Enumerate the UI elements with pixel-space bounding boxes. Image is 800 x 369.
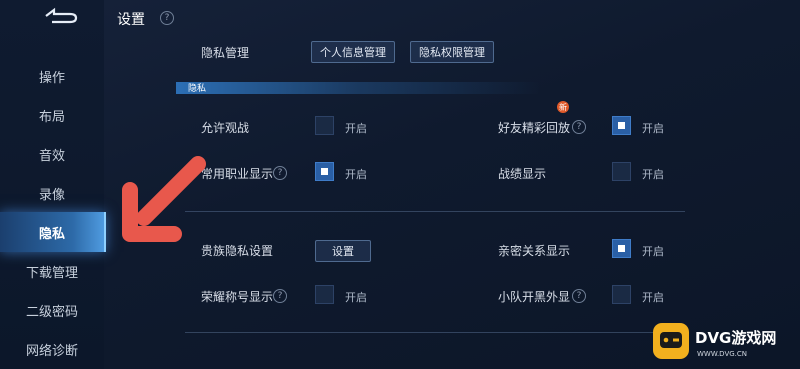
common-job-label: 常用职业显示 [201,167,274,181]
section-label: 隐私 [188,84,207,94]
honor-title-state: 开启 [345,291,367,304]
allow-spectate-state: 开启 [345,122,367,135]
intimate-relation-label: 亲密关系显示 [498,244,571,258]
noble-privacy-label: 贵族隐私设置 [201,244,274,258]
sidebar-item-network[interactable]: 网络诊断 [0,329,104,369]
question-mark-icon[interactable]: ? [160,11,174,25]
sidebar-item-layout[interactable]: 布局 [0,95,104,135]
privacy-permission-management-button[interactable]: 隐私权限管理 [410,41,494,63]
friend-highlight-label: 好友精彩回放 [498,121,571,135]
sidebar-item-replay[interactable]: 录像 [0,173,104,213]
allow-spectate-checkbox[interactable] [315,116,334,135]
svg-text:WWW.DVG.CN: WWW.DVG.CN [697,350,747,358]
question-mark-icon[interactable]: ? [273,166,287,180]
record-display-label: 战绩显示 [498,167,547,181]
intimate-relation-checkbox[interactable] [612,239,631,258]
squad-black-state: 开启 [642,291,664,304]
section-header [176,82,696,94]
record-display-state: 开启 [642,168,664,181]
friend-highlight-checkbox[interactable] [612,116,631,135]
sidebar-item-privacy[interactable]: 隐私 [0,212,106,252]
honor-title-label: 荣耀称号显示 [201,290,274,304]
question-mark-icon[interactable]: ? [572,120,586,134]
divider [185,332,685,333]
squad-black-checkbox[interactable] [612,285,631,304]
divider [185,211,685,212]
new-badge: 新 [557,101,569,113]
sidebar-item-operation[interactable]: 操作 [0,56,104,96]
sidebar-item-sound[interactable]: 音效 [0,134,104,174]
intimate-relation-state: 开启 [642,245,664,258]
friend-highlight-state: 开启 [642,122,664,135]
sidebar-item-partial[interactable] [0,30,104,50]
common-job-state: 开启 [345,168,367,181]
common-job-checkbox[interactable] [315,162,334,181]
red-arrow-icon [122,156,206,242]
back-arrow-icon[interactable] [40,6,80,26]
svg-text:DVG游戏网: DVG游戏网 [695,329,776,347]
sidebar: 操作 布局 音效 录像 隐私 下载管理 二级密码 网络诊断 [0,0,106,369]
allow-spectate-label: 允许观战 [201,121,250,135]
squad-black-label: 小队开黑外显 [498,290,571,304]
question-mark-icon[interactable]: ? [273,289,287,303]
watermark-logo: DVG游戏网 WWW.DVG.CN [653,323,776,359]
record-display-checkbox[interactable] [612,162,631,181]
sidebar-item-download[interactable]: 下载管理 [0,251,104,291]
page-title: 设置 [117,12,145,28]
noble-privacy-settings-button[interactable]: 设置 [315,240,371,262]
sidebar-item-secondary-password[interactable]: 二级密码 [0,290,104,330]
honor-title-checkbox[interactable] [315,285,334,304]
question-mark-icon[interactable]: ? [572,289,586,303]
personal-info-management-button[interactable]: 个人信息管理 [311,41,395,63]
privacy-management-label: 隐私管理 [201,46,250,60]
